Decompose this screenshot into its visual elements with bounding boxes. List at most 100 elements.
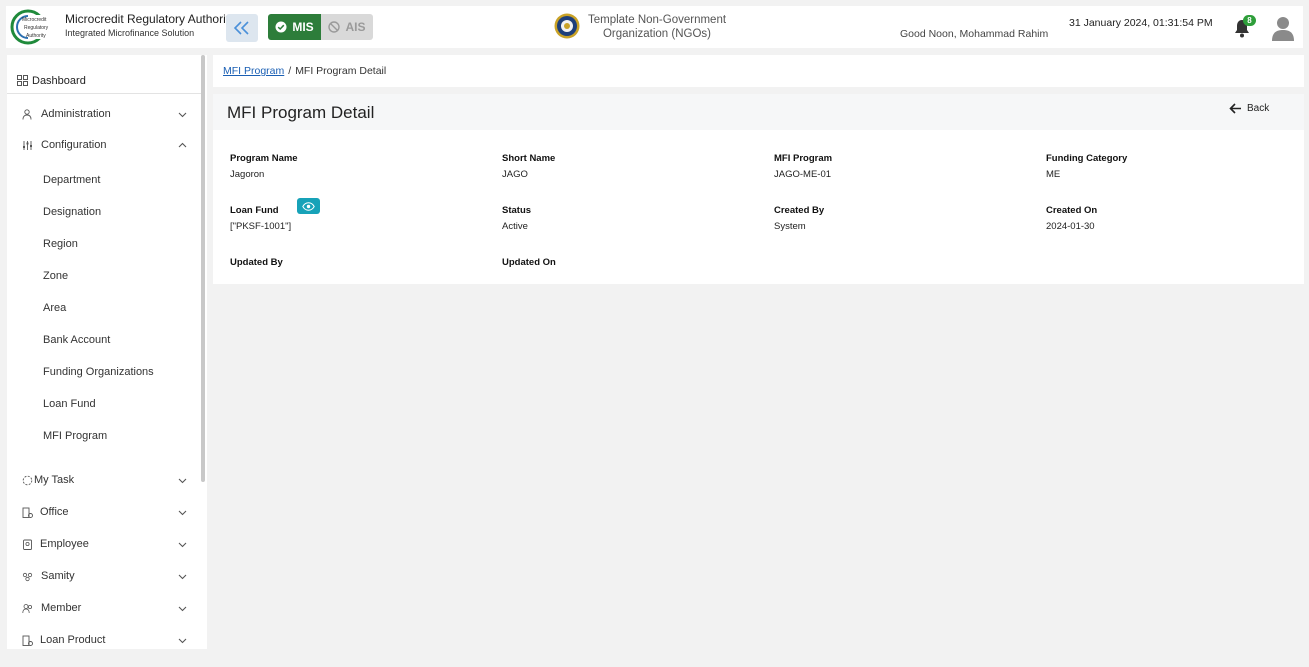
breadcrumb-link-mfi-program[interactable]: MFI Program: [223, 65, 284, 77]
svg-text:Microcredit: Microcredit: [22, 17, 47, 23]
field-label: Loan Fund: [230, 205, 279, 216]
field-label: MFI Program: [774, 153, 833, 164]
top-header: Microcredit Regulatory Authority Microcr…: [6, 6, 1303, 48]
page-title: MFI Program Detail: [227, 103, 375, 122]
chevron-up-icon: [178, 142, 187, 147]
sidebar-item-member[interactable]: Member: [7, 598, 202, 618]
mis-label: MIS: [292, 20, 314, 34]
field-value: JAGO: [502, 169, 528, 180]
view-loan-fund-button[interactable]: [297, 198, 320, 214]
sidebar-item-dashboard[interactable]: Dashboard: [7, 68, 202, 94]
user-greeting: Good Noon, Mohammad Rahim: [900, 28, 1049, 40]
field-updated-on: Updated On: [502, 257, 556, 268]
field-label: Funding Category: [1046, 153, 1128, 164]
breadcrumb-current: MFI Program Detail: [295, 65, 387, 77]
sidebar-item-label: Loan Product: [40, 634, 106, 646]
building-icon: [22, 507, 33, 518]
users-cog-icon: [22, 108, 32, 120]
users-icon: [22, 603, 33, 613]
sidebar-subitem-mfi-program[interactable]: MFI Program: [43, 430, 107, 442]
chevron-down-icon: [178, 574, 187, 579]
field-label: Updated By: [230, 257, 283, 268]
organization-name: Template Non-Government Organization (NG…: [587, 14, 727, 40]
sidebar-subitem-bank-account[interactable]: Bank Account: [43, 334, 110, 346]
sidebar-item-label: Office: [40, 506, 69, 518]
field-funding-category: Funding Category ME: [1046, 153, 1127, 180]
sidebar-item-label: Dashboard: [32, 74, 86, 87]
check-circle-icon: [275, 21, 287, 33]
sidebar-item-administration[interactable]: Administration: [7, 104, 202, 124]
field-created-by: Created By System: [774, 205, 824, 232]
sidebar-subitem-department[interactable]: Department: [43, 174, 100, 186]
field-short-name: Short Name JAGO: [502, 153, 555, 180]
chevron-down-icon: [178, 542, 187, 547]
chevron-down-icon: [178, 606, 187, 611]
brand-subtitle: Integrated Microfinance Solution: [65, 28, 195, 38]
sidebar-item-label: Configuration: [41, 139, 107, 151]
document-cog-icon: [22, 635, 33, 646]
sidebar: Dashboard Administration Configuration D…: [7, 55, 207, 649]
sidebar-item-loan-product[interactable]: Loan Product: [7, 630, 202, 649]
sidebar-item-label: Administration: [41, 108, 111, 120]
field-label: Short Name: [502, 153, 556, 164]
user-avatar-icon[interactable]: [1271, 15, 1295, 41]
field-loan-fund: Loan Fund ["PKSF-1001"]: [230, 198, 320, 232]
field-program-name: Program Name Jagoron: [230, 153, 298, 180]
notification-badge: 8: [1243, 15, 1256, 26]
mis-mode-button[interactable]: MIS: [268, 14, 321, 40]
field-value: JAGO-ME-01: [774, 169, 832, 180]
field-label: Created By: [774, 205, 825, 216]
sidebar-subitem-region[interactable]: Region: [43, 238, 78, 250]
sidebar-item-label: Samity: [41, 570, 75, 582]
field-value: Jagoron: [230, 169, 265, 180]
collapse-sidebar-button[interactable]: [226, 14, 258, 42]
back-label: Back: [1247, 103, 1270, 114]
sidebar-subitem-funding-organizations[interactable]: Funding Organizations: [43, 366, 154, 378]
page-header: MFI Program Detail Back: [213, 94, 1304, 130]
field-value: ["PKSF-1001"]: [230, 221, 292, 232]
sidebar-subitem-zone[interactable]: Zone: [43, 270, 68, 282]
field-updated-by: Updated By: [230, 257, 283, 268]
field-mfi-program: MFI Program JAGO-ME-01: [774, 153, 832, 180]
field-label: Updated On: [502, 257, 556, 268]
breadcrumb-separator: /: [288, 65, 292, 77]
chevron-down-icon: [178, 638, 187, 643]
field-value: System: [774, 221, 806, 232]
sidebar-subitem-loan-fund[interactable]: Loan Fund: [43, 398, 96, 410]
sidebar-scrollbar[interactable]: [201, 55, 205, 482]
ban-icon: [328, 21, 341, 33]
sidebar-item-label: My Task: [34, 474, 75, 486]
field-label: Created On: [1046, 205, 1098, 216]
sidebar-subitem-area[interactable]: Area: [43, 302, 66, 314]
org-seal-icon: [554, 13, 580, 39]
sidebar-item-my-task[interactable]: My Task: [7, 470, 202, 490]
ais-label: AIS: [345, 20, 366, 34]
sidebar-subitem-designation[interactable]: Designation: [43, 206, 101, 218]
field-created-on: Created On 2024-01-30: [1046, 205, 1097, 232]
eye-icon: [302, 201, 315, 211]
sidebar-item-samity[interactable]: Samity: [7, 566, 202, 586]
field-label: Program Name: [230, 153, 298, 164]
sidebar-item-configuration[interactable]: Configuration: [7, 135, 202, 155]
field-value: ME: [1046, 169, 1061, 180]
ais-mode-button[interactable]: AIS: [321, 14, 373, 40]
group-icon: [22, 572, 33, 581]
back-button[interactable]: Back: [1229, 103, 1269, 114]
detail-card: Program Name Jagoron Short Name JAGO MFI…: [213, 130, 1304, 284]
chevron-down-icon: [178, 510, 187, 515]
sliders-icon: [23, 140, 32, 150]
chevron-down-icon: [178, 478, 187, 483]
field-value: 2024-01-30: [1046, 221, 1095, 232]
field-value: Active: [502, 221, 528, 232]
breadcrumb: MFI Program / MFI Program Detail: [213, 55, 1304, 87]
field-status: Status Active: [502, 205, 531, 232]
sidebar-item-employee[interactable]: Employee: [7, 534, 202, 554]
field-label: Status: [502, 205, 532, 216]
sidebar-item-office[interactable]: Office: [7, 502, 202, 522]
sidebar-item-label: Member: [41, 602, 82, 614]
id-badge-icon: [23, 539, 32, 550]
svg-text:Regulatory: Regulatory: [24, 25, 49, 31]
spinner-icon: [22, 475, 33, 485]
mra-logo: Microcredit Regulatory Authority: [10, 9, 58, 45]
svg-text:Authority: Authority: [26, 33, 46, 39]
